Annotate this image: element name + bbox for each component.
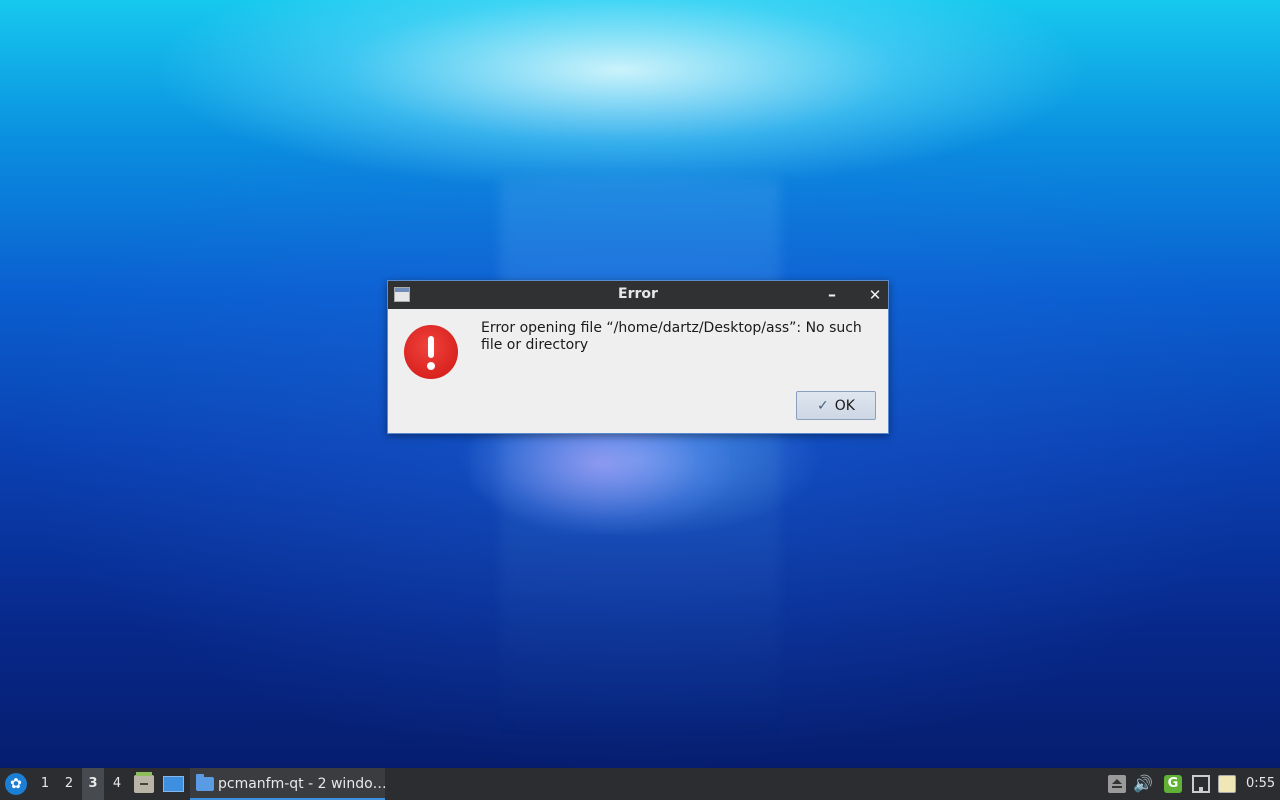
workspace-3[interactable]: 3	[82, 768, 104, 800]
clock[interactable]: 0:55	[1246, 776, 1275, 791]
workspace-1[interactable]: 1	[34, 768, 56, 800]
workspace-4[interactable]: 4	[106, 768, 128, 800]
volume-icon[interactable]: 🔊	[1133, 775, 1153, 793]
taskbar: ✿ 1 2 3 4 pcmanfm-qt - 2 windo… 🔊 G 0:55	[0, 768, 1280, 800]
dialog-title: Error	[618, 286, 658, 302]
clipboard-icon[interactable]	[1218, 775, 1236, 793]
error-icon	[404, 325, 458, 379]
taskbar-task-pcmanfm[interactable]: pcmanfm-qt - 2 windo…	[190, 768, 387, 800]
task-label: pcmanfm-qt - 2 windo…	[218, 776, 387, 792]
file-manager-icon[interactable]	[134, 772, 154, 793]
show-desktop-icon[interactable]	[163, 776, 184, 792]
check-icon: ✓	[817, 397, 829, 414]
wired-network-icon[interactable]	[1192, 775, 1210, 793]
dialog-titlebar[interactable]: Error – ✕	[388, 281, 888, 309]
folder-icon	[196, 774, 214, 791]
error-message: Error opening file “/home/dartz/Desktop/…	[481, 320, 862, 353]
workspace-2[interactable]: 2	[58, 768, 80, 800]
minimize-button[interactable]: –	[821, 284, 843, 306]
eject-icon[interactable]	[1108, 775, 1126, 793]
ok-button-label: OK	[834, 397, 855, 414]
ok-button[interactable]: ✓ OK	[796, 391, 876, 420]
error-dialog: Error – ✕ Error opening file “/home/dart…	[387, 280, 889, 434]
wallpaper-jellyfish	[470, 425, 730, 535]
lxqt-menu-icon[interactable]: ✿	[5, 773, 27, 795]
close-button[interactable]: ✕	[864, 284, 886, 306]
network-manager-icon[interactable]: G	[1164, 775, 1182, 793]
